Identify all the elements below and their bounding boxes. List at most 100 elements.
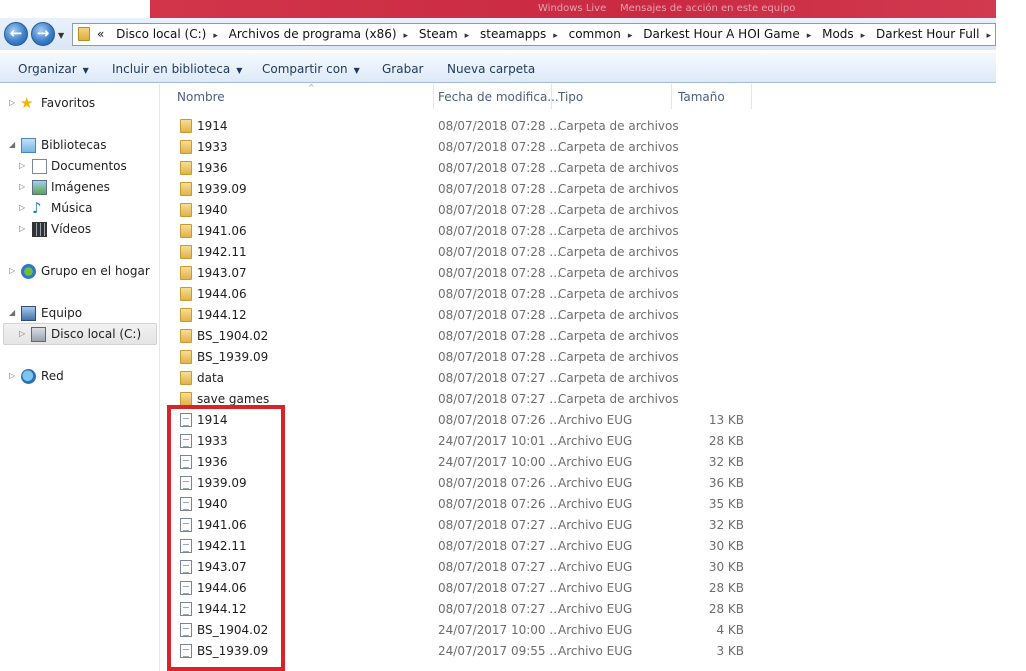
column-header-size[interactable]: Tamaño — [672, 84, 752, 109]
breadcrumb-overflow[interactable]: « — [97, 27, 104, 41]
expand-triangle-icon[interactable]: ▷ — [9, 371, 15, 380]
file-row[interactable]: 1944.12 08/07/2018 07:27 ... Archivo EUG 28… — [161, 599, 996, 620]
nav-item-documents[interactable]: ▷ Documentos — [19, 158, 149, 176]
address-bar[interactable]: « Disco local (C:) ▸ Archivos de programa… — [72, 23, 1026, 46]
nav-item-local-disk[interactable]: ▷ Disco local (C:) — [19, 326, 154, 344]
folder-row[interactable]: 1941.06 08/07/2018 07:28 ... Carpeta de ar… — [161, 221, 996, 242]
expand-triangle-icon[interactable]: ▷ — [9, 98, 15, 107]
breadcrumb-item-program-files[interactable]: Archivos de programa (x86) — [229, 27, 397, 41]
file-row[interactable]: 1942.11 08/07/2018 07:27 ... Archivo EUG 30… — [161, 536, 996, 557]
new-folder-button[interactable]: Nueva carpeta — [447, 62, 535, 76]
nav-item-videos[interactable]: ▷ Vídeos — [19, 221, 149, 239]
file-row[interactable]: 1943.07 08/07/2018 07:27 ... Archivo EUG 30… — [161, 557, 996, 578]
column-header-name[interactable]: ^ Nombre — [171, 83, 434, 109]
chevron-right-icon[interactable]: ▸ — [807, 31, 812, 41]
folder-row[interactable]: save games 08/07/2018 07:27 ... Carpeta de… — [161, 389, 996, 410]
nav-item-network[interactable]: ▷ Red — [9, 368, 149, 386]
file-row[interactable]: 1936 24/07/2017 10:00 ... Archivo EUG 32 KB — [161, 452, 996, 473]
folder-row[interactable]: 1944.06 08/07/2018 07:28 ... Carpeta de ar… — [161, 284, 996, 305]
collapse-triangle-icon[interactable]: ◢ — [9, 308, 15, 317]
breadcrumb-item-mods[interactable]: Mods — [822, 27, 854, 41]
nav-label-documents: Documentos — [51, 159, 127, 173]
nav-item-images[interactable]: ▷ Imágenes — [19, 179, 149, 197]
organize-button[interactable]: Organizar ▼ — [18, 62, 89, 76]
item-modified-date: 08/07/2018 07:27 ... — [438, 602, 561, 616]
file-row[interactable]: 1941.06 08/07/2018 07:27 ... Archivo EUG 32… — [161, 515, 996, 536]
address-row: ← → ▼ « Disco local (C:) ▸ Archivos de pr… — [0, 18, 1026, 50]
chevron-right-icon[interactable]: ▸ — [213, 31, 218, 41]
folder-row[interactable]: BS_1939.09 08/07/2018 07:28 ... Carpeta de… — [161, 347, 996, 368]
file-row[interactable]: BS_1904.02 24/07/2017 10:00 ... Archivo EU… — [161, 620, 996, 641]
file-row[interactable]: BS_1939.09 24/07/2017 09:55 ... Archivo EU… — [161, 641, 996, 662]
chevron-right-icon[interactable]: ▸ — [465, 31, 470, 41]
item-size: 13 KB — [708, 413, 744, 427]
expand-triangle-icon[interactable]: ▷ — [19, 182, 25, 191]
burn-button[interactable]: Grabar — [382, 62, 424, 76]
file-row[interactable]: 1914 08/07/2018 07:26 ... Archivo EUG 13 KB — [161, 410, 996, 431]
blurred-text-a: Windows Live — [538, 3, 607, 14]
expand-triangle-icon[interactable]: ▷ — [19, 329, 25, 338]
nav-label-music: Música — [51, 201, 93, 215]
chevron-right-icon[interactable]: ▸ — [861, 31, 866, 41]
forward-button[interactable]: → — [31, 22, 55, 46]
folder-icon — [180, 308, 192, 322]
file-row[interactable]: 1933 24/07/2017 10:01 ... Archivo EUG 28 KB — [161, 431, 996, 452]
item-name: 1939.09 — [197, 182, 247, 196]
folder-row[interactable]: 1943.07 08/07/2018 07:28 ... Carpeta de ar… — [161, 263, 996, 284]
chevron-right-icon[interactable]: ▸ — [628, 31, 633, 41]
folder-row[interactable]: BS_1904.02 08/07/2018 07:28 ... Carpeta de… — [161, 326, 996, 347]
item-modified-date: 24/07/2017 10:01 ... — [438, 434, 561, 448]
file-row[interactable]: 1939.09 08/07/2018 07:26 ... Archivo EUG 36… — [161, 473, 996, 494]
item-size: 3 KB — [716, 644, 744, 658]
back-button[interactable]: ← — [4, 22, 28, 46]
computer-icon — [21, 306, 36, 321]
folder-row[interactable]: 1942.11 08/07/2018 07:28 ... Carpeta de ar… — [161, 242, 996, 263]
expand-triangle-icon[interactable]: ▷ — [19, 224, 25, 233]
breadcrumb-item-steam[interactable]: Steam — [419, 27, 458, 41]
item-modified-date: 08/07/2018 07:26 ... — [438, 497, 561, 511]
breadcrumb-item-local-disk[interactable]: Disco local (C:) — [116, 27, 206, 41]
chevron-right-icon[interactable]: ▸ — [553, 31, 558, 41]
file-row[interactable]: 1940 08/07/2018 07:26 ... Archivo EUG 35 KB — [161, 494, 996, 515]
folder-row[interactable]: 1944.12 08/07/2018 07:28 ... Carpeta de ar… — [161, 305, 996, 326]
document-file-icon — [180, 518, 192, 532]
nav-item-homegroup[interactable]: ▷ Grupo en el hogar — [9, 263, 154, 281]
item-size: 32 KB — [708, 518, 744, 532]
folder-row[interactable]: 1940 08/07/2018 07:28 ... Carpeta de archi… — [161, 200, 996, 221]
column-header-type-label: Tipo — [558, 90, 584, 104]
item-name: data — [197, 371, 225, 385]
expand-triangle-icon[interactable]: ▷ — [19, 161, 25, 170]
folder-row[interactable]: 1936 08/07/2018 07:28 ... Carpeta de archi… — [161, 158, 996, 179]
item-type: Archivo EUG — [558, 560, 633, 574]
folder-row[interactable]: 1939.09 08/07/2018 07:28 ... Carpeta de ar… — [161, 179, 996, 200]
chevron-right-icon[interactable]: ▸ — [404, 31, 409, 41]
folder-row[interactable]: data 08/07/2018 07:27 ... Carpeta de archi… — [161, 368, 996, 389]
file-row[interactable]: 1944.06 08/07/2018 07:27 ... Archivo EUG 28… — [161, 578, 996, 599]
item-name: 1914 — [197, 119, 228, 133]
item-size: 28 KB — [708, 434, 744, 448]
chevron-right-icon[interactable]: ▸ — [986, 31, 991, 41]
collapse-triangle-icon[interactable]: ◢ — [9, 140, 15, 149]
item-name: 1914 — [197, 413, 228, 427]
organize-label: Organizar — [18, 62, 77, 76]
breadcrumb-item-darkest-hour-full[interactable]: Darkest Hour Full — [876, 27, 979, 41]
nav-item-libraries[interactable]: ◢ Bibliotecas — [9, 137, 149, 155]
item-type: Archivo EUG — [558, 623, 633, 637]
folder-row[interactable]: 1933 08/07/2018 07:28 ... Carpeta de archi… — [161, 137, 996, 158]
folder-icon — [180, 140, 192, 154]
item-modified-date: 24/07/2017 09:55 ... — [438, 644, 561, 658]
breadcrumb-item-steamapps[interactable]: steamapps — [480, 27, 546, 41]
breadcrumb-item-darkest-hour-game[interactable]: Darkest Hour A HOI Game — [643, 27, 800, 41]
share-with-button[interactable]: Compartir con ▼ — [262, 62, 360, 76]
nav-item-favorites[interactable]: ▷ ★ Favoritos — [9, 95, 149, 113]
breadcrumb-item-common[interactable]: common — [569, 27, 621, 41]
column-header-modified[interactable]: Fecha de modifica... — [432, 84, 559, 109]
column-header-type[interactable]: Tipo — [552, 84, 672, 109]
folder-row[interactable]: 1914 08/07/2018 07:28 ... Carpeta de archi… — [161, 116, 996, 137]
expand-triangle-icon[interactable]: ▷ — [19, 203, 25, 212]
expand-triangle-icon[interactable]: ▷ — [9, 266, 15, 275]
nav-item-computer[interactable]: ◢ Equipo — [9, 305, 149, 323]
nav-item-music[interactable]: ▷ ♪ Música — [19, 200, 149, 218]
include-in-library-button[interactable]: Incluir en biblioteca ▼ — [112, 62, 242, 76]
recent-pages-dropdown-icon[interactable]: ▼ — [58, 31, 64, 40]
